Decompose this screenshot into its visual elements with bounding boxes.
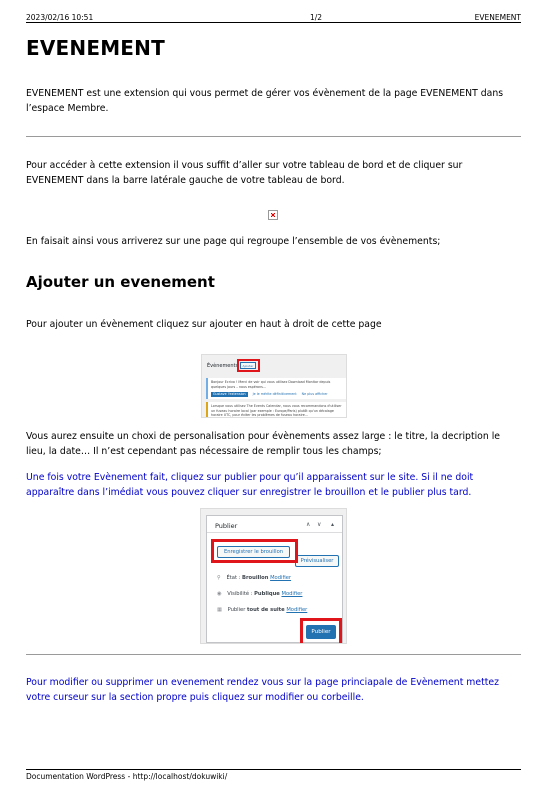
publish-box-screenshot: Publier ∧ ∨ ▴ Enregistrer le brouillon P…: [200, 508, 347, 644]
arrive-paragraph: En faisait ainsi vous arriverez sur une …: [26, 236, 441, 247]
schedule-value: tout de suite: [247, 607, 285, 613]
modify-link: Modifier: [270, 575, 292, 581]
screenshot-events-title: Évènements: [207, 363, 239, 369]
choice-paragraph: Vous aurez ensuite un choxi de personali…: [26, 431, 501, 457]
page-footer: Documentation WordPress - http://localho…: [26, 769, 521, 781]
page-number: 1/2: [310, 13, 323, 22]
status-row: ⚲ État : Brouillon Modifier: [217, 575, 291, 581]
notice-link: Ne plus afficher: [301, 392, 328, 396]
preview-button: Prévisualiser: [295, 555, 339, 567]
screenshot-notice: Bonjour Ecrivo ! Merci de voir qui vous …: [206, 378, 346, 399]
footer-text: Documentation WordPress - http://localho…: [26, 772, 228, 781]
status-value: Brouillon: [242, 575, 269, 581]
collapse-arrow-icon: ▴: [331, 521, 335, 528]
highlight-box: [211, 539, 298, 563]
modify-paragraph: Pour modifier ou supprimer un evenement …: [26, 677, 499, 703]
notice-text: Lorsque vous utilisez The Events Calenda…: [211, 404, 342, 417]
screenshot-notice: Lorsque vous utilisez The Events Calenda…: [206, 402, 346, 417]
events-page-screenshot: Évènements Ajouter Bonjour Ecrivo ! Merc…: [201, 354, 347, 418]
publish-panel-header: Publier ∧ ∨ ▴: [207, 516, 342, 533]
highlight-box: [237, 359, 260, 372]
modify-link: Modifier: [286, 607, 308, 613]
visibility-row: ◉ Visibilité : Publique Modifier: [217, 591, 302, 597]
chevron-down-icon: ∨: [317, 521, 322, 528]
status-label: État :: [226, 575, 241, 581]
section-title: Ajouter un evenement: [26, 273, 215, 291]
page-header: 2023/02/16 10:51 1/2 EVENEMENT: [26, 13, 521, 23]
visibility-label: Visibilité :: [227, 591, 253, 597]
notice-text: Bonjour Ecrivo ! Merci de voir qui vous …: [211, 380, 331, 389]
add-paragraph: Pour ajouter un évènement cliquez sur aj…: [26, 319, 382, 330]
chevron-up-icon: ∧: [306, 521, 311, 528]
notice-link: Je le mérite définitivement: [252, 392, 297, 396]
publish-paragraph: Une fois votre Evènement fait, cliquez s…: [26, 472, 474, 498]
pin-icon: ⚲: [217, 575, 221, 581]
publish-panel: Publier ∧ ∨ ▴ Enregistrer le brouillon P…: [206, 515, 343, 643]
eye-icon: ◉: [217, 591, 222, 597]
divider: [26, 136, 521, 137]
broken-image-icon: [268, 210, 278, 220]
modify-link: Modifier: [281, 591, 303, 597]
notice-button: Gustave l'extension: [211, 392, 248, 397]
calendar-icon: ▦: [217, 607, 222, 613]
intro-paragraph: EVENEMENT est une extension qui vous per…: [26, 88, 504, 114]
publish-panel-title: Publier: [215, 522, 238, 530]
schedule-row: ▦ Publier tout de suite Modifier: [217, 607, 307, 613]
visibility-value: Publique: [254, 591, 280, 597]
print-datetime: 2023/02/16 10:51: [26, 13, 94, 22]
highlight-box: [300, 618, 342, 643]
schedule-label: Publier: [227, 607, 246, 613]
divider: [26, 654, 521, 655]
header-doc-title: EVENEMENT: [474, 13, 521, 22]
access-paragraph: Pour accéder à cette extension il vous s…: [26, 160, 463, 186]
page-title: EVENEMENT: [26, 36, 165, 60]
